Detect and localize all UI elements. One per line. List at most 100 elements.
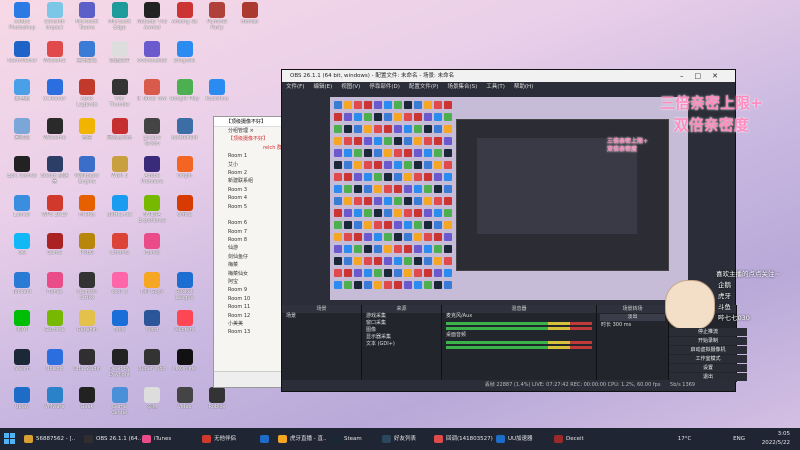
desktop-shortcut[interactable]: Geek [71, 385, 103, 421]
desktop-shortcut[interactable]: NVIDIA Experience [136, 193, 168, 229]
desktop-shortcut[interactable]: Dead by Daylight [104, 347, 136, 383]
chat-list-item[interactable]: 艾小 [214, 161, 282, 169]
chat-list-item[interactable]: Room 5 [214, 203, 282, 211]
clock[interactable]: 3:05 2022/5/22 [762, 430, 790, 448]
desktop-shortcut[interactable]: Escape Tarkov [136, 116, 168, 152]
desktop-shortcut[interactable]: 新建文件 [104, 39, 136, 75]
chat-list-item[interactable]: Room 8 [214, 236, 282, 244]
chat-room-label[interactable]: 分组管理 × [214, 127, 282, 135]
desktop-shortcut[interactable]: Epic Games [6, 154, 38, 190]
obs-menu-item[interactable]: 工具(T) [486, 84, 505, 90]
desktop-shortcut[interactable]: 文档 [136, 385, 168, 421]
chat-list-item[interactable]: Room 9 [214, 286, 282, 294]
taskbar-item[interactable]: 虎牙直播 - 直.. [276, 431, 326, 447]
desktop-shortcut[interactable]: Genshin [71, 308, 103, 344]
chat-list-item[interactable]: Room 1 [214, 152, 282, 160]
maximize-icon[interactable]: □ [695, 72, 713, 80]
desktop-shortcut[interactable]: Valorant [169, 308, 201, 344]
control-button[interactable]: 停止推流 [669, 328, 747, 336]
desktop-shortcut[interactable]: Game Center [104, 385, 136, 421]
desktop-shortcut[interactable]: Game [39, 231, 71, 267]
taskbar-item[interactable]: UU加速器 [494, 431, 533, 447]
chat-list-item[interactable]: 新建联系组 [214, 177, 282, 185]
chat-list-item[interactable]: 仙游 [214, 244, 282, 252]
control-button[interactable]: 工作室模式 [669, 355, 747, 363]
chat-list-item[interactable]: Room 4 [214, 194, 282, 202]
chat-list-item[interactable]: Room 3 [214, 186, 282, 194]
desktop-shortcut[interactable]: Tencent [6, 270, 38, 306]
obs-menu-item[interactable]: 编辑(E) [313, 84, 332, 90]
chat-list-item[interactable]: Room 6 [214, 219, 282, 227]
sources-dock[interactable]: 来源 游戏采集 窗口采集 图像 显示器采集 文本 (GDI+) [362, 305, 442, 382]
source-item[interactable]: 文本 (GDI+) [362, 341, 441, 348]
desktop-shortcut[interactable]: QQ [6, 231, 38, 267]
minimize-icon[interactable]: – [680, 72, 695, 80]
desktop-shortcut[interactable]: Microsoft Teams [71, 0, 103, 36]
desktop-shortcut[interactable]: War Thunder [104, 77, 136, 113]
chat-list-item[interactable]: Room 10 [214, 295, 282, 303]
chat-list-item[interactable]: Room 2 [214, 169, 282, 177]
chat-input-bar[interactable] [214, 371, 282, 387]
transition-type-select[interactable]: 淡出 [600, 314, 665, 321]
desktop-shortcut[interactable]: 此电脑 [6, 77, 38, 113]
desktop-shortcut[interactable]: WeGame [39, 116, 71, 152]
obs-menu-item[interactable]: 视图(V) [341, 84, 360, 90]
desktop-shortcut[interactable]: Among Us [169, 0, 201, 36]
desktop-shortcut[interactable]: iTunes [136, 231, 168, 267]
windows-start-icon[interactable] [4, 433, 16, 445]
desktop-shortcut[interactable]: iQIYI [6, 308, 38, 344]
source-item[interactable]: 显示器采集 [362, 334, 441, 341]
desktop-shortcut[interactable]: 微信 [71, 116, 103, 152]
desktop-shortcut[interactable]: 腾讯会议 [71, 39, 103, 75]
desktop-shortcut[interactable]: Honkai [234, 0, 266, 36]
desktop-shortcut[interactable]: Battle.net [104, 193, 136, 229]
transition-duration[interactable]: 时长 300 ms [597, 322, 668, 329]
chat-window[interactable]: 【顶级摄像不好】 分组管理 × 【顶级摄像不好】 relch 群 Room 1艾… [213, 116, 283, 388]
desktop-shortcut[interactable]: Tools [104, 308, 136, 344]
control-button[interactable]: 启动虚拟摄像机 [669, 346, 747, 354]
desktop-shortcut[interactable]: Fall Guys [136, 270, 168, 306]
control-button[interactable]: 退出 [669, 373, 747, 381]
obs-menu-item[interactable]: 帮助(H) [514, 84, 533, 90]
obs-preview[interactable]: 三倍亲密上限+ 双倍亲密度 [330, 97, 688, 300]
scenes-dock[interactable]: 场景 场景 [282, 305, 362, 382]
language-indicator[interactable]: ENG [733, 436, 745, 442]
desktop-shortcut[interactable]: Super Wolf [136, 347, 168, 383]
desktop-shortcut[interactable]: Lancer [6, 193, 38, 229]
chat-list-item[interactable]: 阿宝 [214, 278, 282, 286]
desktop-shortcut[interactable]: Rocket League [169, 270, 201, 306]
source-item[interactable]: 游戏采集 [362, 313, 441, 320]
desktop-shortcut[interactable]: Word [136, 308, 168, 344]
taskbar-item[interactable]: 无他伴侣 [200, 431, 236, 447]
desktop-shortcut[interactable]: Wallpaper Engine [71, 154, 103, 190]
desktop-shortcut[interactable]: Pummel Party [201, 0, 233, 36]
chat-list-item[interactable]: 梅菜仙女 [214, 270, 282, 278]
desktop-shortcut[interactable]: MKOnline [169, 347, 201, 383]
desktop-shortcut[interactable]: WPS 2019 [39, 193, 71, 229]
desktop-shortcut[interactable]: Chrome [104, 231, 136, 267]
desktop-shortcut[interactable]: Firefox [71, 193, 103, 229]
weather-text[interactable]: 17°C [678, 436, 692, 442]
taskbar-item[interactable]: 56887562 - [.. [22, 431, 75, 447]
taskbar-item[interactable]: Steam [330, 431, 362, 447]
desktop-shortcut[interactable]: OBS Studio [71, 347, 103, 383]
chat-list-item[interactable]: Room 13 [214, 328, 282, 336]
chat-list-item[interactable] [214, 211, 282, 219]
desktop-shortcut[interactable]: GeForce [39, 308, 71, 344]
taskbar-item[interactable]: 回调(141803527) [432, 431, 493, 447]
desktop-shortcut[interactable]: Google Play [169, 77, 201, 113]
desktop-shortcut[interactable]: Battlefield [169, 116, 201, 152]
taskbar-item[interactable]: Deceit [552, 431, 584, 447]
source-item[interactable]: 窗口采集 [362, 320, 441, 327]
desktop-shortcut[interactable]: Kuaishou [201, 77, 233, 113]
desktop-shortcut[interactable]: Overcooked [136, 39, 168, 75]
desktop-shortcut[interactable]: Apex Legends [71, 77, 103, 113]
desktop-shortcut[interactable]: Steam [6, 347, 38, 383]
desktop-shortcut[interactable]: Video [169, 385, 201, 421]
obs-menu-item[interactable]: 文件(F) [286, 84, 304, 90]
chat-list-item[interactable]: 梅菜 [214, 261, 282, 269]
chat-list-item[interactable]: 小美美 [214, 320, 282, 328]
control-button[interactable]: 开始录制 [669, 337, 747, 345]
desktop-shortcut[interactable]: Adobe Photoshop [6, 0, 38, 36]
chat-list-item[interactable]: Room 12 [214, 312, 282, 320]
